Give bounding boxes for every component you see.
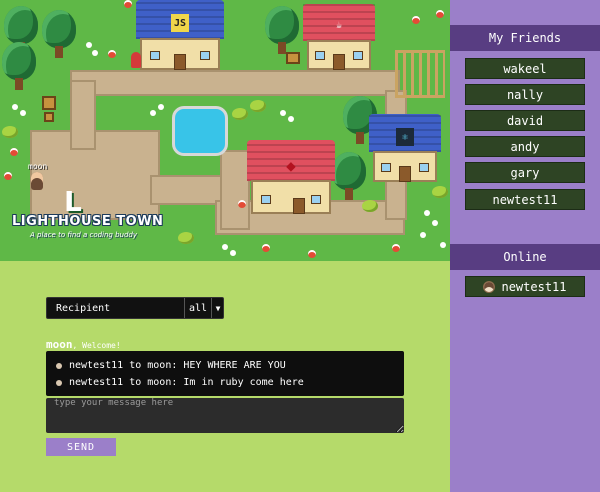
map-path (220, 150, 250, 230)
npc-character (131, 52, 141, 68)
friend-gary[interactable]: gary (465, 162, 585, 183)
message-bullet-icon (56, 362, 62, 369)
bush (178, 232, 194, 244)
bush (250, 100, 266, 112)
message-input[interactable] (46, 398, 404, 433)
lighthouse-town-logo: L LIGHTHOUSE TOWN A place to find a codi… (12, 185, 163, 242)
daisy (158, 104, 164, 110)
react-icon: ⚛ (396, 128, 414, 146)
bush (362, 200, 378, 212)
recipient-label: Recipient (56, 303, 111, 314)
daisy (280, 110, 286, 116)
signpost (44, 112, 54, 122)
welcome-greeting: moon, Welcome! (46, 333, 121, 352)
daisy (288, 116, 294, 122)
chat-message-text: newtest11 to moon: HEY WHERE ARE YOU (69, 360, 286, 371)
player-name-label: moon (28, 162, 48, 171)
js-house[interactable]: JS (136, 0, 224, 70)
react-house[interactable]: ⚛ (369, 114, 441, 182)
js-icon: JS (171, 14, 189, 32)
greeting-text: , Welcome! (72, 341, 121, 350)
map-path (70, 80, 96, 150)
bush (2, 126, 18, 138)
coffee-icon: ☕ (335, 19, 343, 31)
signpost (42, 96, 56, 110)
friend-david[interactable]: david (465, 110, 585, 131)
message-bullet-icon (56, 379, 62, 386)
ruby-house[interactable]: ◆ (247, 140, 335, 214)
chat-message-text: newtest11 to moon: Im in ruby come here (69, 377, 304, 388)
daisy (432, 220, 438, 226)
chat-message: newtest11 to moon: Im in ruby come here (46, 374, 404, 391)
online-user-label: newtest11 (501, 279, 567, 294)
daisy (222, 244, 228, 250)
tree (42, 10, 76, 58)
coffee-house[interactable]: ☕ (303, 4, 375, 70)
daisy (424, 210, 430, 216)
friend-newtest11[interactable]: newtest11 (465, 189, 585, 210)
daisy (150, 110, 156, 116)
daisy (20, 110, 26, 116)
send-button[interactable]: SEND (46, 438, 116, 456)
logo-title: LIGHTHOUSE TOWN (12, 214, 164, 229)
fence (395, 50, 445, 98)
flower (108, 50, 116, 58)
tree (332, 152, 366, 200)
logo-tagline: A place to find a coding buddy (30, 231, 137, 239)
flower (262, 244, 270, 252)
flower (124, 0, 132, 8)
signpost (286, 52, 300, 64)
daisy (440, 242, 446, 248)
friend-wakeel[interactable]: wakeel (465, 58, 585, 79)
friends-heading: My Friends (450, 25, 600, 51)
tree (265, 6, 299, 54)
flower (412, 16, 420, 24)
recipient-select[interactable]: Recipient all ▼ (46, 297, 224, 319)
bush (432, 186, 448, 198)
daisy (230, 250, 236, 256)
flower (392, 244, 400, 252)
flower (238, 200, 246, 208)
greeting-username: moon (46, 338, 73, 351)
message-log: newtest11 to moon: HEY WHERE ARE YOU new… (46, 351, 404, 396)
daisy (420, 232, 426, 238)
flower (10, 148, 18, 156)
daisy (12, 104, 18, 110)
map-path (70, 70, 400, 96)
daisy (86, 42, 92, 48)
chat-message: newtest11 to moon: HEY WHERE ARE YOU (46, 357, 404, 374)
friend-nally[interactable]: nally (465, 84, 585, 105)
pond (172, 106, 228, 156)
lighthouse-logo-icon: L (64, 185, 82, 218)
friend-andy[interactable]: andy (465, 136, 585, 157)
town-map[interactable]: JS ☕ ◆ ⚛ moon L LIGHTHOUSE TOWN A place … (0, 0, 450, 261)
chevron-down-icon[interactable]: ▼ (211, 298, 224, 318)
flower (308, 250, 316, 258)
recipient-value[interactable]: all (184, 298, 211, 318)
tree (2, 42, 36, 90)
flower (4, 172, 12, 180)
bush (232, 108, 248, 120)
user-avatar-icon (483, 280, 496, 293)
flower (436, 10, 444, 18)
sidebar: My Friends wakeel nally david andy gary … (450, 0, 600, 492)
online-user-newtest11[interactable]: newtest11 (465, 276, 585, 297)
ruby-icon: ◆ (286, 155, 296, 175)
daisy (92, 50, 98, 56)
online-heading: Online (450, 244, 600, 270)
